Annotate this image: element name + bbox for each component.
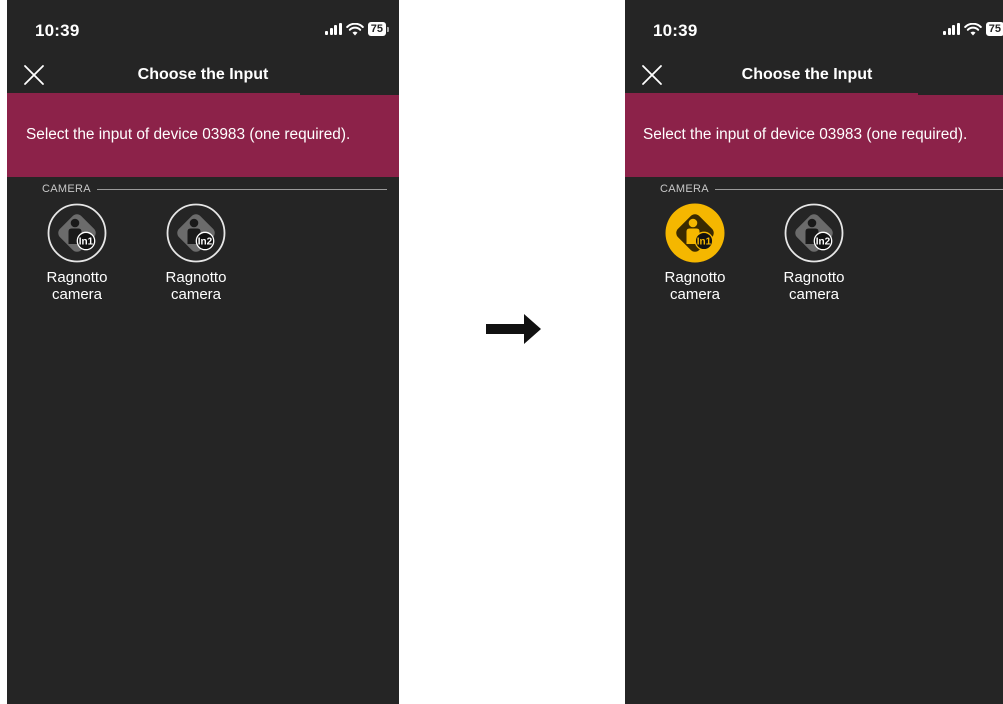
input-label: Ragnotto camera — [141, 269, 251, 303]
status-time: 10:39 — [35, 21, 80, 40]
battery-level: 75 — [985, 22, 1003, 36]
input-badge: In1 — [697, 237, 712, 248]
battery-icon: 75 — [985, 22, 1003, 36]
input-item-in1[interactable]: In1 Ragnotto camera — [22, 203, 132, 303]
screen-before: 10:39 75 Choose the Input Select the inp… — [7, 0, 399, 704]
status-time: 10:39 — [653, 21, 698, 40]
input-label: Ragnotto camera — [22, 269, 132, 303]
input-label: Ragnotto camera — [640, 269, 750, 303]
input-label-line1: Ragnotto — [165, 269, 227, 286]
input-item-in1[interactable]: In1 Ragnotto camera — [640, 203, 750, 303]
input-label-line2: camera — [170, 286, 222, 303]
wifi-icon — [345, 22, 364, 35]
input-badge: In1 — [79, 237, 94, 248]
screen-after: 10:39 75 Choose the Input Select the inp… — [625, 0, 1003, 704]
input-label-line1: Ragnotto — [664, 269, 726, 286]
input-label-line1: Ragnotto — [783, 269, 845, 286]
input-label-line2: camera — [51, 286, 103, 303]
input-label: Ragnotto camera — [759, 269, 869, 303]
status-icons: 75 — [943, 22, 1003, 36]
input-item-in2[interactable]: In2 Ragnotto camera — [141, 203, 251, 303]
input-badge: In2 — [816, 237, 831, 248]
signal-icon — [325, 23, 342, 35]
arrow-right-icon — [486, 314, 541, 344]
signal-icon — [943, 23, 960, 35]
camera-input-icon: In1 — [47, 203, 107, 263]
camera-input-icon: In2 — [166, 203, 226, 263]
wifi-icon — [963, 22, 982, 35]
section-header: CAMERA — [7, 183, 399, 197]
status-bar: 10:39 75 — [7, 0, 399, 58]
input-label-line1: Ragnotto — [46, 269, 108, 286]
input-badge: In2 — [198, 237, 213, 248]
instruction-text: Select the input of device 03983 (one re… — [26, 126, 351, 143]
input-label-line2: camera — [669, 286, 721, 303]
instruction-text: Select the input of device 03983 (one re… — [643, 126, 968, 143]
status-bar: 10:39 75 — [625, 0, 1003, 58]
camera-input-icon-selected: In1 — [665, 203, 725, 263]
input-item-in2[interactable]: In2 Ragnotto camera — [759, 203, 869, 303]
instruction-banner: Select the input of device 03983 (one re… — [625, 95, 1003, 177]
section-label: CAMERA — [660, 183, 709, 195]
input-label-line2: camera — [788, 286, 840, 303]
section-divider — [715, 189, 1003, 190]
nav-bar: Choose the Input — [7, 58, 399, 95]
nav-bar: Choose the Input — [625, 58, 1003, 95]
page-title: Choose the Input — [741, 66, 873, 83]
section-label: CAMERA — [42, 183, 91, 195]
section-header: CAMERA — [625, 183, 1003, 197]
section-divider — [97, 189, 387, 190]
camera-input-icon: In2 — [784, 203, 844, 263]
battery-icon: 75 — [367, 22, 389, 36]
instruction-banner: Select the input of device 03983 (one re… — [7, 95, 399, 177]
page-title: Choose the Input — [137, 66, 269, 83]
status-icons: 75 — [325, 22, 389, 36]
battery-level: 75 — [367, 22, 386, 36]
